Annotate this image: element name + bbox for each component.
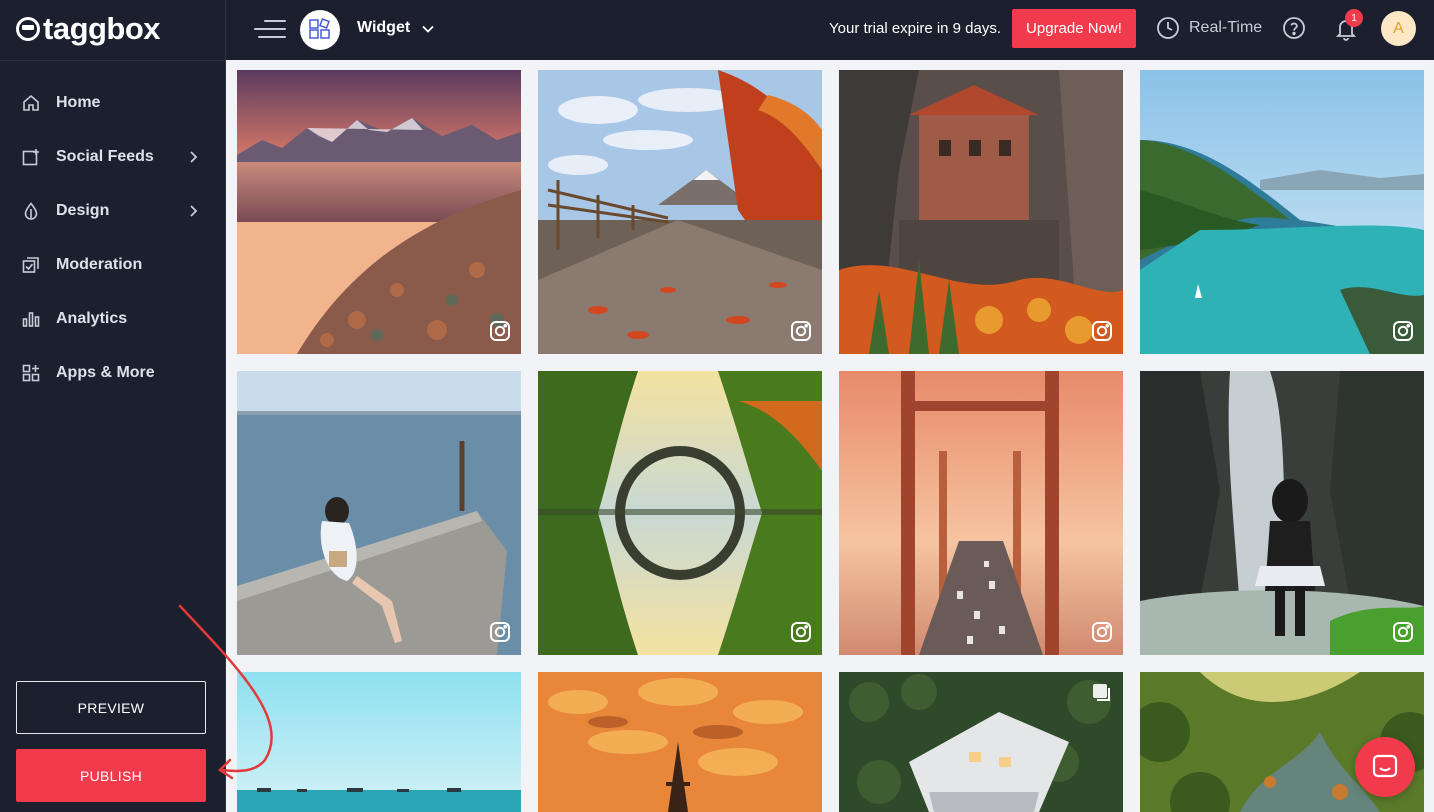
gallery-icon (1093, 684, 1110, 701)
menu-toggle-icon[interactable] (254, 18, 286, 40)
sidebar-item-analytics[interactable]: Analytics (0, 292, 226, 346)
instagram-icon (490, 321, 510, 341)
droplet-icon (21, 201, 41, 221)
sidebar: taggbox Home Social Feeds Design Moderat… (0, 0, 226, 812)
apps-grid-icon (21, 363, 41, 383)
post-image (237, 70, 521, 354)
feed-post-tile[interactable] (538, 672, 822, 812)
sidebar-divider (0, 60, 226, 61)
clock-icon[interactable] (1156, 16, 1180, 40)
help-icon[interactable] (1282, 16, 1306, 40)
widget-icon[interactable] (300, 10, 340, 50)
sidebar-item-label: Apps & More (56, 364, 155, 381)
feed-post-tile[interactable] (237, 70, 521, 354)
post-image (538, 371, 822, 655)
post-image (538, 672, 822, 812)
instagram-icon (1092, 622, 1112, 642)
sidebar-item-label: Social Feeds (56, 148, 154, 165)
taggbox-logo-icon (16, 17, 40, 41)
sidebar-item-label: Moderation (56, 256, 143, 273)
sidebar-item-label: Home (56, 94, 101, 111)
sidebar-item-label: Analytics (56, 310, 128, 327)
feed-post-tile[interactable] (1140, 371, 1424, 655)
feed-post-tile[interactable] (237, 371, 521, 655)
upgrade-button[interactable]: Upgrade Now! (1012, 9, 1136, 48)
post-image (839, 70, 1123, 354)
sidebar-item-apps-more[interactable]: Apps & More (0, 346, 226, 400)
feed-post-tile[interactable] (1140, 70, 1424, 354)
feed-post-tile[interactable] (839, 672, 1123, 812)
feed-post-tile[interactable] (538, 371, 822, 655)
sidebar-item-design[interactable]: Design (0, 184, 226, 238)
instagram-icon (490, 622, 510, 642)
feed-post-tile[interactable] (538, 70, 822, 354)
post-image (538, 70, 822, 354)
feed-post-tile[interactable] (839, 371, 1123, 655)
widget-selector-label[interactable]: Widget (357, 19, 410, 37)
post-image (839, 371, 1123, 655)
logo-text: taggbox (43, 11, 161, 46)
instagram-icon (791, 321, 811, 341)
feed-post-tile[interactable] (237, 672, 521, 812)
bar-chart-icon (21, 309, 41, 329)
publish-button[interactable]: PUBLISH (16, 749, 206, 802)
chat-widget-button[interactable] (1355, 737, 1415, 797)
instagram-icon (791, 622, 811, 642)
post-image (1140, 70, 1424, 354)
instagram-icon (1393, 321, 1413, 341)
post-image (839, 672, 1123, 812)
feed-post-tile[interactable] (839, 70, 1123, 354)
sidebar-item-home[interactable]: Home (0, 76, 226, 130)
sidebar-item-social-feeds[interactable]: Social Feeds (0, 130, 226, 184)
post-image (237, 371, 521, 655)
post-image (1140, 371, 1424, 655)
preview-button[interactable]: PREVIEW (16, 681, 206, 734)
trial-notice: Your trial expire in 9 days. (829, 20, 1002, 37)
moderation-icon (21, 255, 41, 275)
sidebar-item-label: Design (56, 202, 110, 219)
chevron-right-icon (190, 205, 198, 217)
realtime-label[interactable]: Real-Time (1189, 19, 1262, 37)
instagram-icon (1393, 622, 1413, 642)
user-avatar[interactable]: A (1381, 11, 1416, 46)
sidebar-item-moderation[interactable]: Moderation (0, 238, 226, 292)
chevron-down-icon[interactable] (421, 22, 435, 36)
top-bar: Widget Your trial expire in 9 days. Upgr… (226, 0, 1434, 60)
sidebar-nav: Home Social Feeds Design Moderation Anal… (0, 76, 226, 400)
add-feed-icon (21, 147, 41, 167)
notification-badge: 1 (1345, 9, 1363, 27)
chat-icon (1372, 754, 1398, 778)
home-icon (21, 93, 41, 113)
chevron-right-icon (190, 151, 198, 163)
post-image (237, 672, 521, 812)
instagram-icon (1092, 321, 1112, 341)
taggbox-logo[interactable]: taggbox (16, 11, 161, 46)
